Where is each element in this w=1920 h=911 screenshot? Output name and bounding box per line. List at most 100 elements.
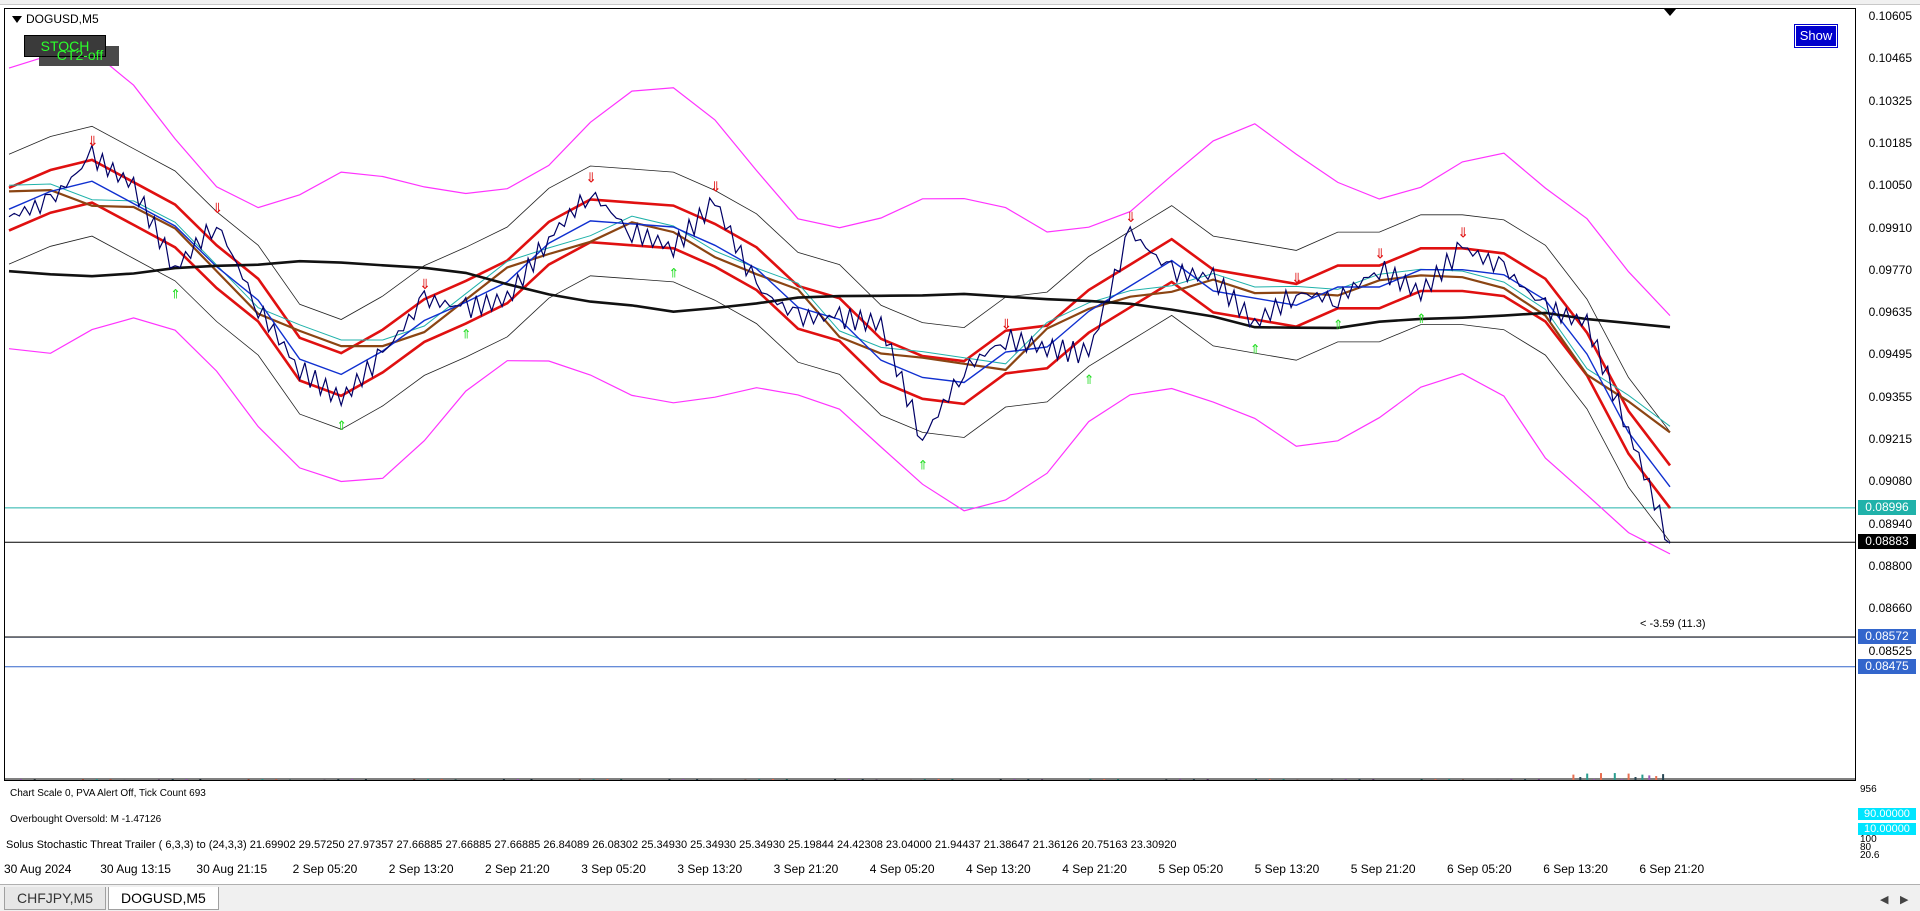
volume-bar bbox=[1510, 779, 1512, 780]
time-axis-label: 3 Sep 13:20 bbox=[677, 862, 742, 876]
sell-arrow-icon: ⇓ bbox=[419, 277, 431, 293]
price-axis-tick: 0.10605 bbox=[1869, 9, 1912, 23]
price-axis-tick: 0.08800 bbox=[1869, 559, 1912, 573]
volume-bar bbox=[441, 779, 443, 780]
volume-bar bbox=[110, 779, 112, 780]
volume-bar bbox=[427, 779, 429, 780]
buy-arrow-icon: ⇑ bbox=[336, 419, 347, 434]
time-axis-label: 30 Aug 2024 bbox=[4, 862, 71, 876]
buy-arrow-icon: ⇑ bbox=[1333, 318, 1344, 333]
time-axis-label: 6 Sep 05:20 bbox=[1447, 862, 1512, 876]
volume-bar bbox=[862, 779, 864, 780]
price-axis-tick: 0.09770 bbox=[1869, 263, 1912, 277]
time-axis-label: 4 Sep 13:20 bbox=[966, 862, 1031, 876]
time-axis-label: 30 Aug 13:15 bbox=[100, 862, 171, 876]
dropdown-triangle-icon[interactable] bbox=[12, 16, 22, 23]
volume-bar bbox=[1579, 777, 1581, 780]
teal-ma-line bbox=[9, 184, 1670, 426]
volume-bar bbox=[951, 779, 953, 780]
time-axis-label: 2 Sep 05:20 bbox=[293, 862, 358, 876]
time-axis-label: 4 Sep 21:20 bbox=[1062, 862, 1127, 876]
volume-bar bbox=[1635, 777, 1637, 780]
price-axis-tick: 0.09635 bbox=[1869, 305, 1912, 319]
symbol-label-text: DOGUSD,M5 bbox=[26, 12, 99, 26]
price-marker-box: 0.08572 bbox=[1858, 629, 1916, 644]
price-axis-tick: 0.09910 bbox=[1869, 221, 1912, 235]
volume-bar bbox=[1014, 779, 1016, 780]
volume-bar bbox=[1103, 779, 1105, 780]
volume-bar bbox=[1600, 773, 1602, 780]
volume-axis-value: 956 bbox=[1860, 784, 1877, 795]
buy-arrow-icon: ⇑ bbox=[918, 458, 929, 473]
blue-ma-line bbox=[9, 181, 1670, 487]
volume-bar bbox=[1572, 775, 1574, 780]
volume-bar bbox=[593, 779, 595, 780]
volume-bar bbox=[365, 779, 367, 780]
symbol-label: DOGUSD,M5 bbox=[12, 12, 99, 26]
volume-bar bbox=[248, 779, 250, 780]
volume-bar bbox=[1179, 779, 1181, 780]
buy-arrow-icon: ⇑ bbox=[668, 266, 679, 281]
time-axis-label: 30 Aug 21:15 bbox=[196, 862, 267, 876]
show-button[interactable]: Show bbox=[1795, 25, 1837, 47]
price-axis-tick: 0.08525 bbox=[1869, 644, 1912, 658]
sell-arrow-icon: ⇓ bbox=[1374, 247, 1386, 263]
volume-bar bbox=[531, 779, 533, 780]
chart-tab[interactable]: DOGUSD,M5 bbox=[108, 887, 219, 910]
volume-bar bbox=[1372, 779, 1374, 780]
envelope-lower-line bbox=[9, 236, 1670, 542]
volume-bar bbox=[1614, 773, 1616, 780]
volume-bar bbox=[1027, 779, 1029, 780]
chart-canvas[interactable]: ⇓⇑⇓⇑⇓⇑⇓⇑⇓⇑⇓⇑⇓⇑⇓⇑⇓⇑⇓ bbox=[5, 9, 1855, 780]
time-axis-label: 2 Sep 13:20 bbox=[389, 862, 454, 876]
sell-arrow-icon: ⇓ bbox=[585, 170, 597, 186]
volume-bar bbox=[938, 779, 940, 780]
volume-bar bbox=[1538, 779, 1540, 780]
volume-bar bbox=[1648, 775, 1650, 780]
volume-bar bbox=[199, 779, 201, 780]
tab-scroll-left-icon[interactable]: ◀ bbox=[1880, 893, 1888, 906]
price-axis-tick: 0.10185 bbox=[1869, 136, 1912, 150]
volume-bar bbox=[682, 779, 684, 780]
volume-bar bbox=[696, 779, 698, 780]
price-axis-tick: 0.08940 bbox=[1869, 517, 1912, 531]
price-axis-tick: 0.08660 bbox=[1869, 601, 1912, 615]
buy-arrow-icon: ⇑ bbox=[1416, 312, 1427, 327]
time-axis-label: 3 Sep 05:20 bbox=[581, 862, 646, 876]
stoch-axis-low: 20.6 bbox=[1860, 850, 1879, 861]
price-line bbox=[9, 145, 1670, 543]
ct2-button[interactable]: CT2-off bbox=[40, 46, 120, 64]
osc-upper-level: 90.00000 bbox=[1858, 808, 1916, 820]
price-marker-box: 0.08883 bbox=[1858, 534, 1916, 549]
volume-bar bbox=[786, 779, 788, 780]
volume-bar bbox=[82, 779, 84, 780]
sell-arrow-icon: ⇓ bbox=[1291, 271, 1303, 287]
price-axis-tick: 0.09080 bbox=[1869, 474, 1912, 488]
chart-tab-bar: CHFJPY,M5DOGUSD,M5 ◀ ▶ bbox=[0, 884, 1920, 911]
time-axis-label: 5 Sep 21:20 bbox=[1351, 862, 1416, 876]
sell-arrow-icon: ⇓ bbox=[1125, 210, 1137, 226]
volume-bar bbox=[848, 779, 850, 780]
osc-panel-text: Overbought Oversold: M -1.47126 bbox=[10, 814, 161, 825]
price-marker-box: 0.08475 bbox=[1858, 659, 1916, 674]
chart-tab[interactable]: CHFJPY,M5 bbox=[4, 887, 106, 910]
time-axis-label: 6 Sep 21:20 bbox=[1639, 862, 1704, 876]
volume-bar bbox=[1283, 779, 1285, 780]
volume-bar bbox=[1448, 779, 1450, 780]
top-toolbar-strip bbox=[0, 0, 1920, 5]
sell-arrow-icon: ⇓ bbox=[87, 134, 99, 150]
volume-bar bbox=[186, 779, 188, 780]
sell-arrow-icon: ⇓ bbox=[212, 201, 224, 217]
sell-arrow-icon: ⇓ bbox=[1001, 317, 1013, 333]
volume-bar bbox=[924, 779, 926, 780]
chart-shift-marker-icon[interactable] bbox=[1664, 9, 1676, 16]
chart-window[interactable]: ⇓⇑⇓⇑⇓⇑⇓⇑⇓⇑⇓⇑⇓⇑⇓⇑⇓⇑⇓ bbox=[4, 8, 1856, 781]
volume-bar bbox=[1662, 774, 1664, 780]
sell-arrow-icon: ⇓ bbox=[1457, 225, 1469, 241]
volume-bar bbox=[669, 779, 671, 780]
tab-scroll-right-icon[interactable]: ▶ bbox=[1900, 893, 1908, 906]
buy-arrow-icon: ⇑ bbox=[461, 327, 472, 342]
volume-bar bbox=[1434, 779, 1436, 780]
volume-bar bbox=[275, 779, 277, 780]
volume-bar bbox=[1641, 775, 1643, 780]
